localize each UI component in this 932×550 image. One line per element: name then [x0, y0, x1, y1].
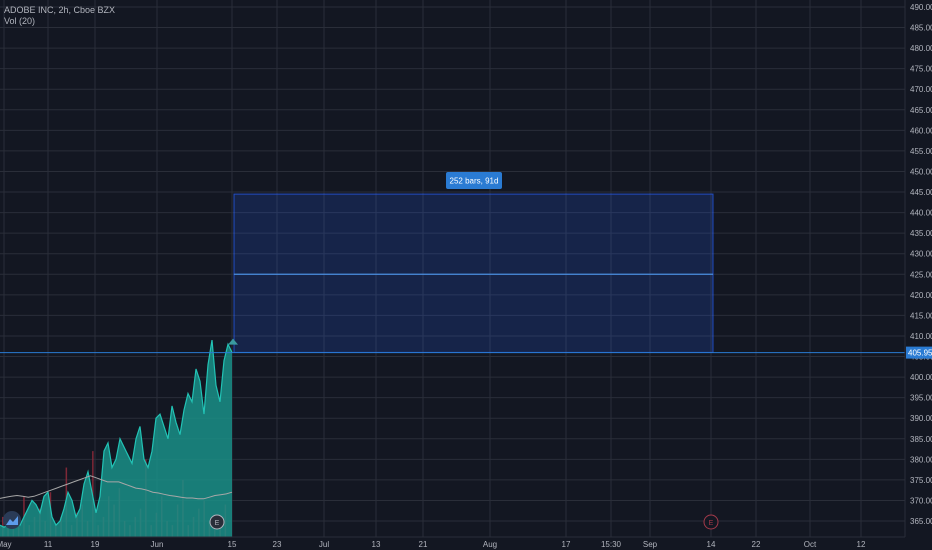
x-tick-label: 17 [562, 540, 571, 549]
y-tick-label: 395.00 [910, 394, 932, 403]
y-tick-label: 430.00 [910, 250, 932, 259]
x-tick-label: 19 [91, 540, 100, 549]
y-tick-label: 365.00 [910, 517, 932, 526]
y-tick-label: 435.00 [910, 229, 932, 238]
y-tick-label: 485.00 [910, 24, 932, 33]
x-tick-label: 22 [752, 540, 761, 549]
y-tick-label: 450.00 [910, 167, 932, 176]
price-chart[interactable]: 252 bars, 91d 490.00 485.00 480.00 475.00 47… [0, 0, 932, 550]
x-tick-label: 23 [273, 540, 282, 549]
y-tick-label: 370.00 [910, 496, 932, 505]
y-tick-label: 475.00 [910, 65, 932, 74]
price-axis[interactable]: 490.00 485.00 480.00 475.00 470.00 465.00 460.… [904, 0, 932, 550]
last-price-label: 405.95 [908, 349, 932, 358]
y-tick-label: 375.00 [910, 476, 932, 485]
x-tick-label: 15:30 [601, 540, 622, 549]
y-tick-label: 425.00 [910, 270, 932, 279]
y-tick-label: 460.00 [910, 126, 932, 135]
y-tick-label: 390.00 [910, 414, 932, 423]
x-tick-label: Sep [643, 540, 658, 549]
earnings-marker-label: E [709, 520, 714, 527]
y-tick-label: 415.00 [910, 311, 932, 320]
x-tick-label: Jul [319, 540, 329, 549]
y-tick-label: 440.00 [910, 209, 932, 218]
y-tick-label: 400.00 [910, 373, 932, 382]
x-tick-label: 15 [228, 540, 237, 549]
y-tick-label: 445.00 [910, 188, 932, 197]
y-tick-label: 420.00 [910, 291, 932, 300]
volume-indicator-label[interactable]: Vol (20) [4, 16, 115, 27]
earnings-marker-label: E [215, 520, 220, 527]
x-tick-label: Oct [804, 540, 817, 549]
y-tick-label: 410.00 [910, 332, 932, 341]
x-tick-label: Aug [483, 540, 497, 549]
y-tick-label: 490.00 [910, 3, 932, 12]
y-tick-label: 385.00 [910, 435, 932, 444]
x-tick-label: 13 [372, 540, 381, 549]
x-tick-label: 11 [44, 540, 53, 549]
x-tick-label: 21 [419, 540, 428, 549]
chart-legend: ADOBE INC, 2h, Cboe BZX Vol (20) [4, 5, 115, 27]
y-tick-label: 470.00 [910, 85, 932, 94]
tradingview-logo-icon[interactable] [3, 511, 21, 529]
x-tick-label: May [0, 540, 12, 549]
y-tick-label: 480.00 [910, 44, 932, 53]
y-tick-label: 465.00 [910, 106, 932, 115]
symbol-title[interactable]: ADOBE INC, 2h, Cboe BZX [4, 5, 115, 16]
x-tick-label: 14 [707, 540, 716, 549]
x-tick-label: Jun [151, 540, 164, 549]
y-tick-label: 455.00 [910, 147, 932, 156]
y-tick-label: 380.00 [910, 455, 932, 464]
range-box [233, 193, 714, 353]
x-tick-label: 12 [857, 540, 866, 549]
range-label: 252 bars, 91d [450, 177, 499, 186]
